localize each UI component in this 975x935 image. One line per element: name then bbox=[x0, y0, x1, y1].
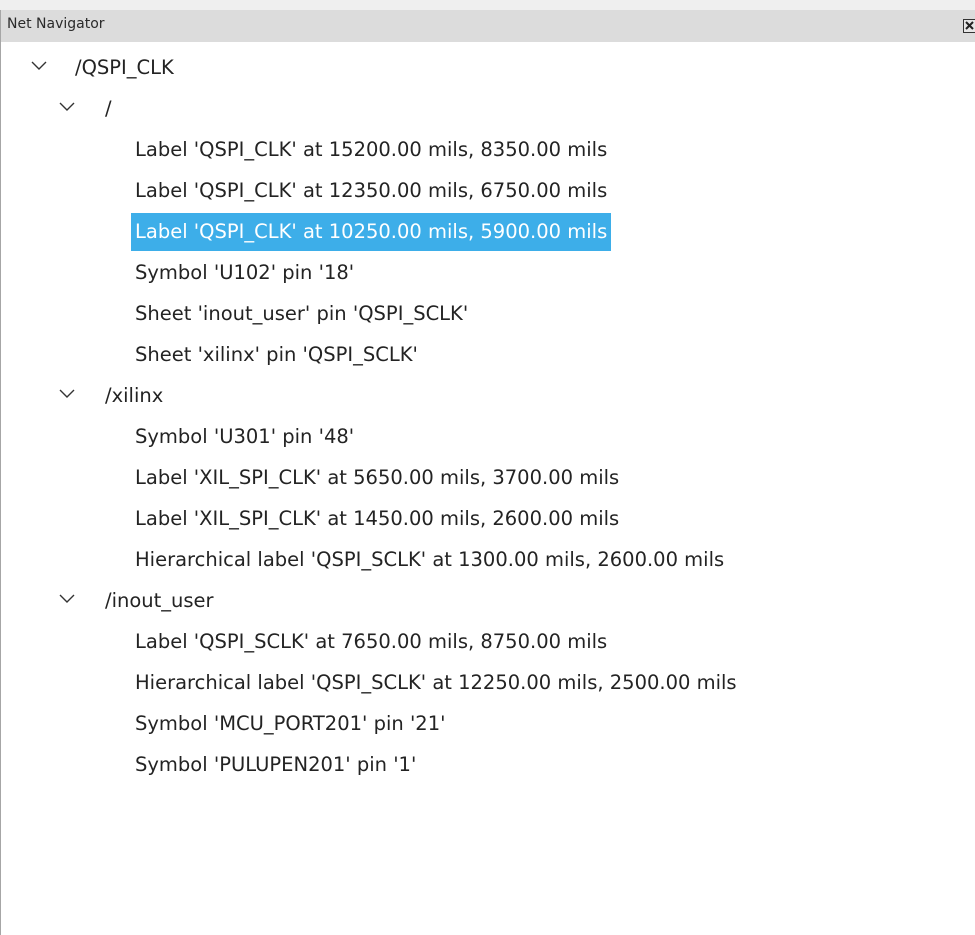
tree-item[interactable]: Hierarchical label 'QSPI_SCLK' at 1300.0… bbox=[1, 540, 975, 580]
tree-sheet-row[interactable]: / bbox=[1, 89, 975, 129]
tree-sheet-row[interactable]: /xilinx bbox=[1, 376, 975, 416]
tree-item[interactable]: Symbol 'U301' pin '48' bbox=[1, 417, 975, 457]
tree-item-label: Label 'QSPI_CLK' at 10250.00 mils, 5900.… bbox=[131, 213, 612, 251]
tree-net-row[interactable]: /QSPI_CLK bbox=[1, 48, 975, 88]
tree-item[interactable]: Label 'QSPI_CLK' at 15200.00 mils, 8350.… bbox=[1, 130, 975, 170]
tree-item-label: Label 'XIL_SPI_CLK' at 1450.00 mils, 260… bbox=[135, 507, 620, 530]
close-icon[interactable] bbox=[963, 19, 975, 33]
tree-sheet-label: /xilinx bbox=[105, 384, 164, 407]
chevron-down-icon[interactable] bbox=[31, 48, 51, 88]
tree-sheet-label: /inout_user bbox=[105, 589, 214, 612]
tree-item-label: Symbol 'U102' pin '18' bbox=[135, 261, 355, 284]
tree-item-label: Symbol 'MCU_PORT201' pin '21' bbox=[135, 712, 446, 735]
top-strip bbox=[0, 0, 975, 10]
tree-item-label: Symbol 'PULUPEN201' pin '1' bbox=[135, 753, 417, 776]
chevron-down-icon[interactable] bbox=[59, 581, 79, 621]
chevron-down-icon[interactable] bbox=[59, 89, 79, 129]
tree-item[interactable]: Sheet 'inout_user' pin 'QSPI_SCLK' bbox=[1, 294, 975, 334]
tree-item[interactable]: Label 'XIL_SPI_CLK' at 1450.00 mils, 260… bbox=[1, 499, 975, 539]
tree-item-label: Label 'QSPI_CLK' at 12350.00 mils, 6750.… bbox=[135, 179, 608, 202]
tree-item-label: Label 'QSPI_CLK' at 15200.00 mils, 8350.… bbox=[135, 138, 608, 161]
tree-item-label: Sheet 'inout_user' pin 'QSPI_SCLK' bbox=[135, 302, 469, 325]
tree-item[interactable]: Sheet 'xilinx' pin 'QSPI_SCLK' bbox=[1, 335, 975, 375]
tree-item[interactable]: Label 'XIL_SPI_CLK' at 5650.00 mils, 370… bbox=[1, 458, 975, 498]
tree-item-label: Symbol 'U301' pin '48' bbox=[135, 425, 355, 448]
tree-item[interactable]: Symbol 'PULUPEN201' pin '1' bbox=[1, 745, 975, 785]
tree-item-selected[interactable]: Label 'QSPI_CLK' at 10250.00 mils, 5900.… bbox=[1, 212, 975, 252]
panel-titlebar: Net Navigator bbox=[1, 10, 975, 42]
tree-item[interactable]: Hierarchical label 'QSPI_SCLK' at 12250.… bbox=[1, 663, 975, 703]
tree-net-label: /QSPI_CLK bbox=[75, 56, 174, 79]
tree-item-label: Hierarchical label 'QSPI_SCLK' at 12250.… bbox=[135, 671, 737, 694]
tree-item[interactable]: Symbol 'MCU_PORT201' pin '21' bbox=[1, 704, 975, 744]
tree-item-label: Label 'QSPI_SCLK' at 7650.00 mils, 8750.… bbox=[135, 630, 608, 653]
net-navigator-panel: Net Navigator /QSPI_CLK / Label 'QSPI_CL… bbox=[0, 10, 975, 935]
tree-item[interactable]: Symbol 'U102' pin '18' bbox=[1, 253, 975, 293]
tree-sheet-label: / bbox=[105, 97, 112, 120]
tree-item-label: Hierarchical label 'QSPI_SCLK' at 1300.0… bbox=[135, 548, 725, 571]
tree-item-label: Label 'XIL_SPI_CLK' at 5650.00 mils, 370… bbox=[135, 466, 620, 489]
tree-item[interactable]: Label 'QSPI_CLK' at 12350.00 mils, 6750.… bbox=[1, 171, 975, 211]
tree-item-label: Sheet 'xilinx' pin 'QSPI_SCLK' bbox=[135, 343, 418, 366]
panel-title: Net Navigator bbox=[7, 16, 105, 32]
chevron-down-icon[interactable] bbox=[59, 376, 79, 416]
tree-item[interactable]: Label 'QSPI_SCLK' at 7650.00 mils, 8750.… bbox=[1, 622, 975, 662]
tree-sheet-row[interactable]: /inout_user bbox=[1, 581, 975, 621]
